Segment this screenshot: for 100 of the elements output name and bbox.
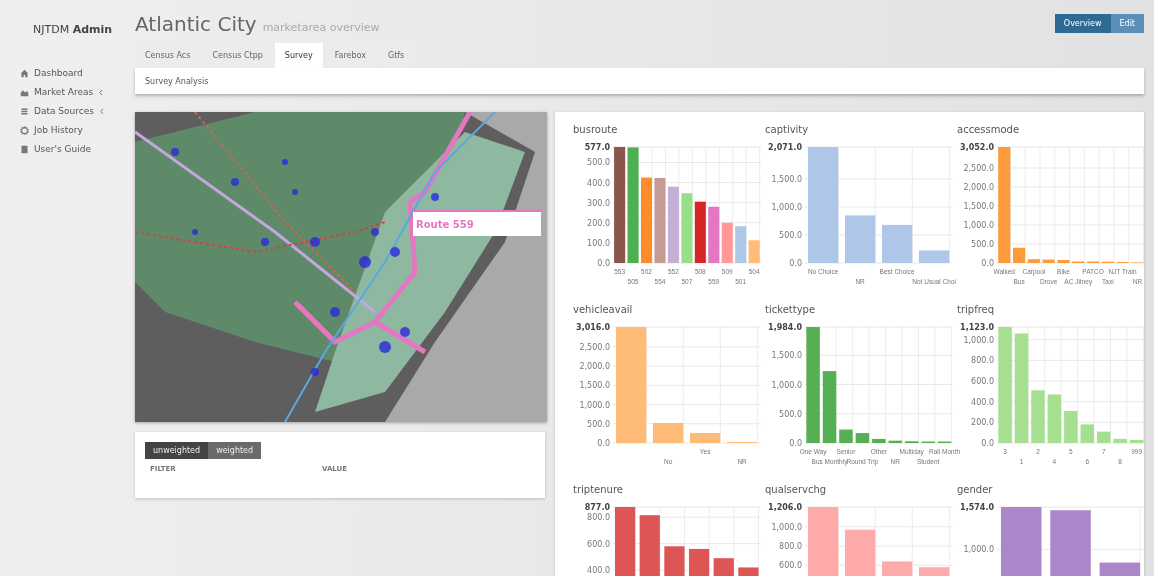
bar — [1050, 510, 1091, 576]
bar — [1031, 390, 1045, 443]
bar — [888, 440, 902, 443]
bar — [664, 546, 685, 576]
axis-tick-label: 600.0 — [779, 561, 802, 571]
home-icon — [20, 68, 29, 78]
axis-tick-label: 0.0 — [597, 439, 610, 448]
weighting-toggle[interactable]: unweighted — [145, 442, 209, 459]
tab[interactable]: Survey — [274, 43, 323, 68]
map-drawing[interactable] — [135, 112, 547, 422]
axis-tick-label: 2,500.0 — [963, 164, 994, 173]
bar — [844, 215, 876, 263]
axis-tick-label: 100.0 — [587, 238, 610, 248]
axis-tick-label: 300.0 — [587, 198, 610, 208]
chevron-left-icon — [98, 88, 104, 96]
axis-tick-label: 3,052.0 — [960, 143, 994, 152]
chart-title: captivity — [765, 124, 810, 135]
axis-tick-label: 1,206.0 — [768, 503, 802, 512]
axis-tick-label: 0.0 — [789, 259, 802, 268]
axis-tick-label: 1,123.0 — [960, 323, 994, 332]
chart-title: tickettype — [765, 304, 817, 315]
bar — [855, 433, 870, 443]
bar — [1113, 438, 1127, 443]
bar — [807, 507, 839, 576]
axis-tick-label: 1,500.0 — [963, 202, 994, 211]
bar — [918, 250, 950, 263]
axis-tick-label: 600.0 — [587, 539, 610, 549]
sidebar-item[interactable]: Market Areas — [20, 87, 135, 97]
bar — [1064, 411, 1078, 443]
view-button[interactable]: Overview — [1054, 14, 1111, 33]
axis-tick-label: 1,000.0 — [579, 400, 610, 410]
sidebar-item[interactable]: Job History — [20, 125, 135, 135]
axis-tick-label: 1,500.0 — [579, 381, 610, 391]
book-icon — [20, 144, 29, 154]
bar — [721, 222, 733, 263]
sidebar-item[interactable]: Dashboard — [20, 68, 135, 78]
sidebar-item[interactable]: User's Guide — [20, 144, 135, 154]
bar — [1099, 562, 1141, 576]
bar — [839, 429, 853, 443]
axis-tick-label: 500.0 — [779, 231, 802, 240]
bar — [614, 507, 636, 576]
axis-tick-label: 400.0 — [587, 178, 610, 188]
axis-tick-label: 1,000.0 — [963, 221, 994, 230]
chart-title: vehicleavail — [573, 304, 634, 315]
bar — [713, 558, 734, 576]
axis-tick-label: 500.0 — [587, 419, 610, 429]
axis-tick-label: 2,500.0 — [579, 342, 610, 352]
axis-tick-label: 800.0 — [779, 542, 802, 552]
chart-title: accessmode — [957, 124, 1021, 135]
sidebar-item[interactable]: Data Sources — [20, 106, 135, 116]
bar — [688, 548, 710, 576]
page-subtitle: marketarea overview — [262, 21, 380, 34]
axis-tick-label: 1,500.0 — [771, 351, 802, 361]
axis-tick-label: 2,000.0 — [963, 183, 994, 192]
bar — [881, 561, 913, 576]
axis-tick-label: 1,000.0 — [963, 335, 994, 345]
bar — [1057, 259, 1070, 263]
axis-tick-label: 2,071.0 — [768, 143, 802, 152]
axis-tick-label: 400.0 — [971, 397, 994, 407]
bar — [639, 515, 660, 576]
bar — [1042, 259, 1055, 263]
axis-tick-label: 500.0 — [779, 409, 802, 419]
axis-tick-label: 3,016.0 — [576, 323, 610, 332]
axis-tick-label: 1,984.0 — [768, 323, 802, 332]
bar — [738, 567, 759, 576]
axis-tick-label: 577.0 — [584, 143, 610, 152]
axis-tick-label: 500.0 — [587, 158, 610, 168]
axis-tick-label: 800.0 — [587, 513, 610, 523]
page-title: Atlantic City — [135, 12, 257, 36]
bar — [708, 206, 720, 263]
gear-icon — [20, 125, 29, 135]
map-tooltip: Route 559 — [413, 210, 541, 236]
chart-title: gender — [957, 484, 994, 495]
bar — [1080, 424, 1094, 443]
bar — [872, 438, 886, 443]
axis-tick-label: 400.0 — [587, 566, 610, 576]
bar — [681, 193, 693, 263]
bar — [918, 567, 950, 576]
list-icon — [20, 106, 29, 116]
bar — [822, 371, 837, 443]
bar — [881, 224, 913, 263]
axis-tick-label: 0.0 — [981, 259, 994, 268]
axis-tick-label: 0.0 — [789, 439, 802, 448]
bar — [1047, 394, 1062, 443]
weighting-toggle[interactable]: weighted — [208, 442, 262, 459]
chart-title: tripfreq — [957, 304, 996, 315]
axis-tick-label: 1,000.0 — [771, 380, 802, 390]
subtab[interactable]: Survey Analysis — [145, 76, 209, 86]
chart-title: qualservchg — [765, 484, 828, 495]
bar — [1129, 439, 1144, 443]
bar — [652, 423, 684, 443]
bar — [1097, 431, 1111, 443]
axis-tick-label: 1,500.0 — [771, 175, 802, 184]
chevron-left-icon — [98, 107, 104, 115]
chart-title: busroute — [573, 124, 619, 135]
brand-logo: NJTDM Admin — [32, 22, 114, 36]
axis-tick-label: 200.0 — [971, 418, 994, 428]
bar — [844, 529, 876, 576]
axis-tick-label: 200.0 — [587, 218, 610, 228]
bar — [689, 433, 721, 443]
